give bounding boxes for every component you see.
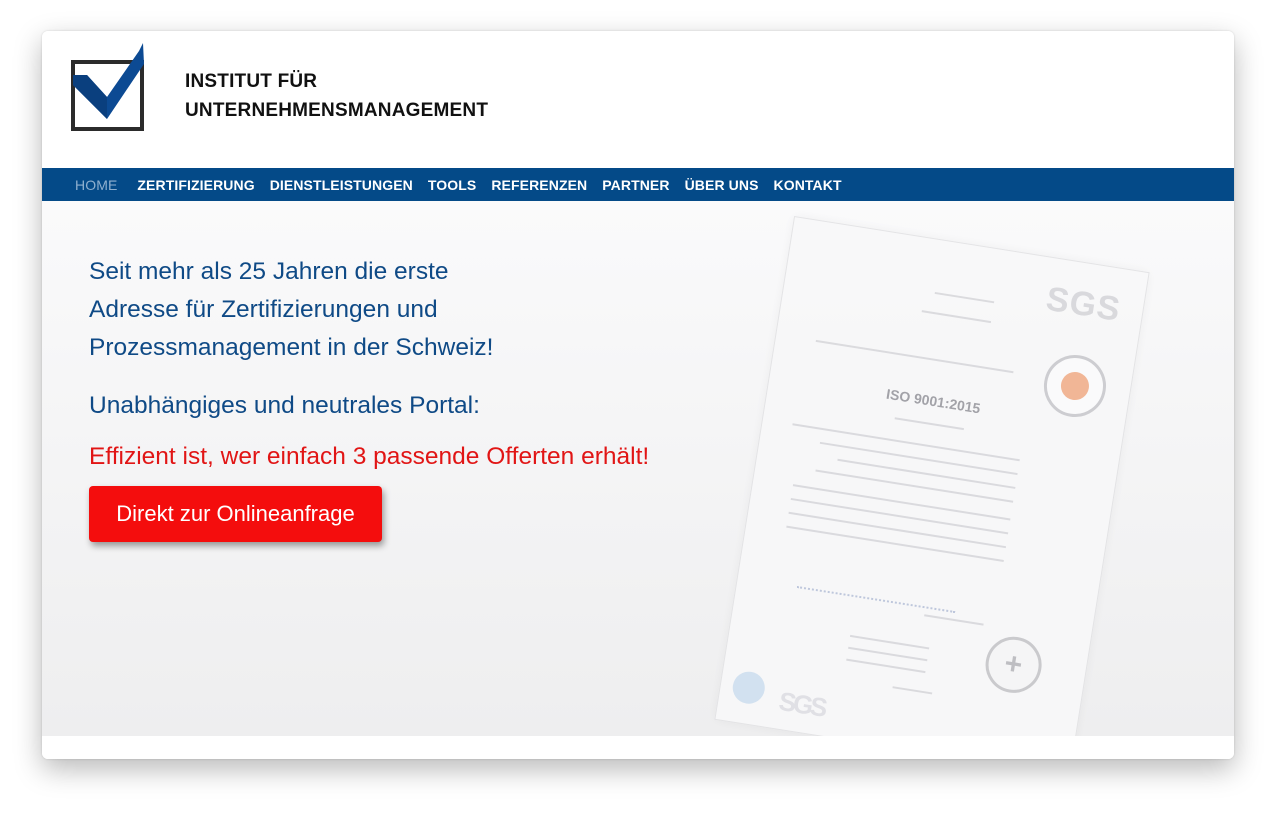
headline-line-2: Adresse für Zertifizierungen und	[89, 296, 438, 323]
nav-item-zertifizierung[interactable]: ZERTIFIZIERUNG	[137, 177, 254, 193]
nav-item-kontakt[interactable]: KONTAKT	[774, 177, 842, 193]
online-request-button[interactable]: Direkt zur Onlineanfrage	[89, 486, 382, 542]
hero-subhead: Unabhängiges und neutrales Portal:	[89, 392, 480, 419]
certification-seal-icon	[1039, 350, 1111, 422]
globe-icon	[730, 669, 768, 707]
headline-line-1: Seit mehr als 25 Jahren die erste	[89, 258, 449, 285]
certificate-footer-marks: SGS	[776, 685, 827, 723]
main-navigation: HOME ZERTIFIZIERUNG DIENSTLEISTUNGEN TOO…	[42, 168, 1234, 201]
nav-item-dienstleistungen[interactable]: DIENSTLEISTUNGEN	[270, 177, 413, 193]
headline-line-3: Prozessmanagement in der Schweiz!	[89, 334, 494, 361]
hero-section: SGS ISO 9001:2015 + SGS Seit mehr als 25…	[42, 201, 1234, 736]
nav-item-ueber-uns[interactable]: ÜBER UNS	[685, 177, 759, 193]
brand-line-2: UNTERNEHMENSMANAGEMENT	[185, 100, 489, 121]
hero-headline: Seit mehr als 25 Jahren die erste Adress…	[89, 253, 509, 367]
swiss-accreditation-seal-icon	[981, 632, 1046, 697]
nav-item-tools[interactable]: TOOLS	[428, 177, 476, 193]
site-header: INSTITUT FÜR UNTERNEHMENSMANAGEMENT	[42, 31, 1234, 168]
brand-name[interactable]: INSTITUT FÜR UNTERNEHMENSMANAGEMENT	[185, 67, 488, 125]
browser-window: INSTITUT FÜR UNTERNEHMENSMANAGEMENT HOME…	[42, 31, 1234, 759]
nav-item-home[interactable]: HOME	[75, 177, 117, 193]
brand-line-1: INSTITUT FÜR	[185, 71, 318, 92]
nav-item-partner[interactable]: PARTNER	[602, 177, 669, 193]
certificate-text-lines	[786, 217, 1149, 695]
nav-item-referenzen[interactable]: REFERENZEN	[491, 177, 587, 193]
checkmark-logo-icon[interactable]	[71, 41, 147, 131]
certificate-issuer-logo: SGS	[1043, 279, 1124, 329]
hero-tagline: Effizient ist, wer einfach 3 passende Of…	[89, 443, 650, 470]
certificate-image: SGS ISO 9001:2015 + SGS	[714, 215, 1150, 736]
page-bottom-strip	[42, 736, 1234, 759]
certificate-standard: ISO 9001:2015	[885, 385, 982, 417]
signature	[796, 560, 960, 614]
